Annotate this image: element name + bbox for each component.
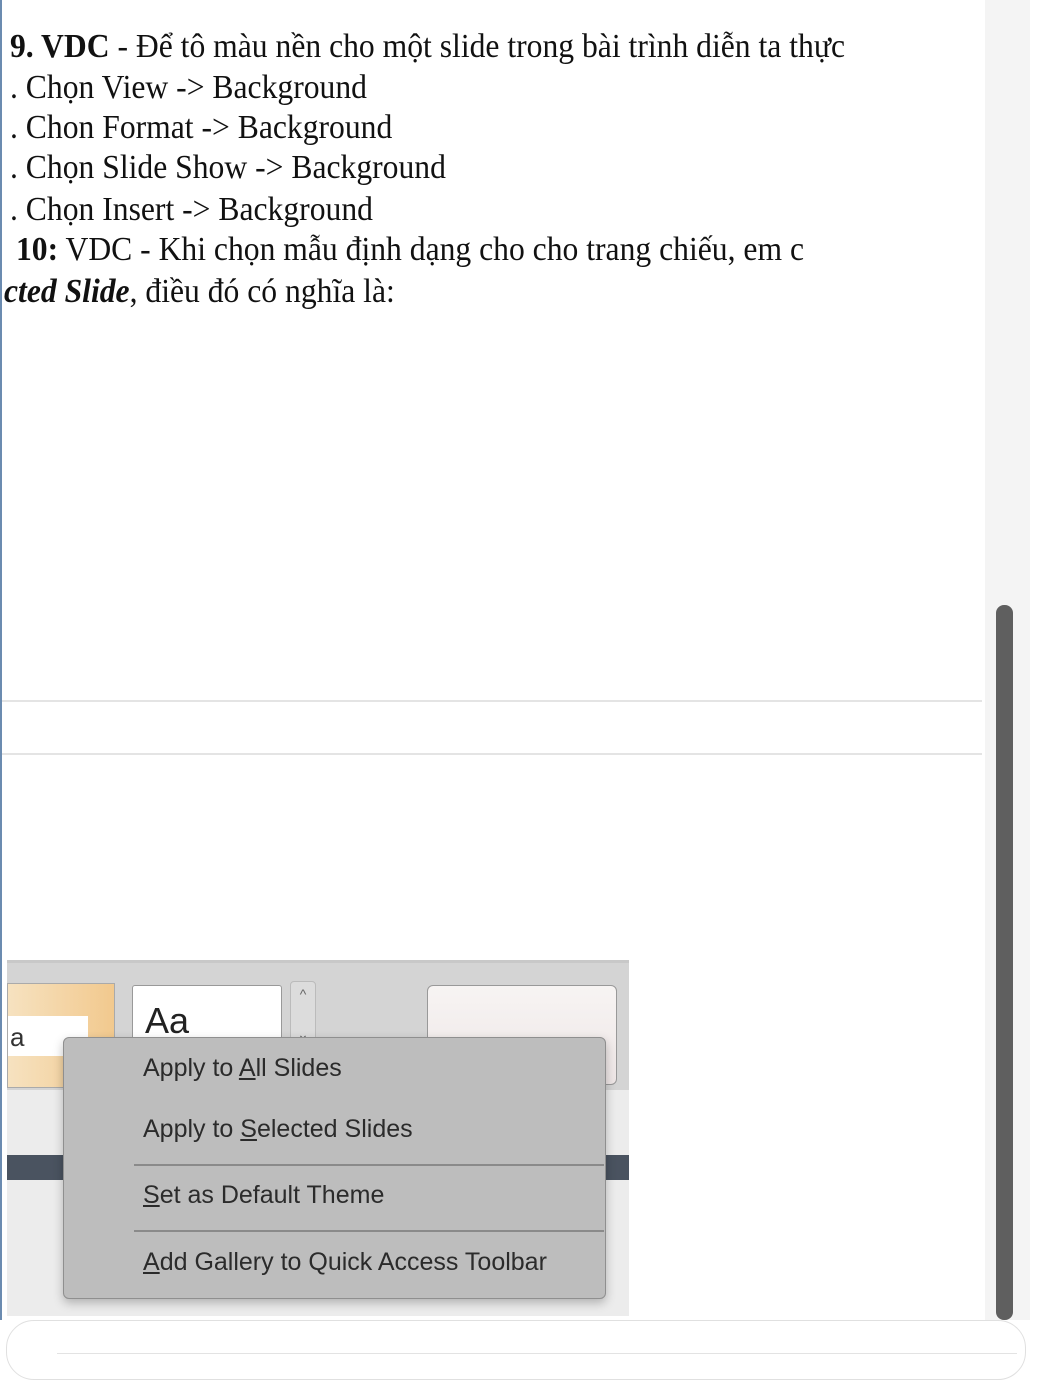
divider — [2, 700, 982, 702]
question-number: 10: — [16, 231, 59, 268]
powerpoint-screenshot: a Aa ^ ⌄ Apply to All Slides Apply to Sel… — [7, 960, 629, 1316]
theme-label: Aa — [145, 1000, 190, 1041]
italic-term: cted Slide — [4, 273, 130, 310]
theme-label: a — [10, 1022, 25, 1052]
question-text: VDC - Khi chọn mẫu định dạng cho cho tra… — [58, 231, 804, 268]
chevron-up-icon: ^ — [299, 986, 307, 1002]
menu-separator — [134, 1164, 604, 1166]
question-text: , điều đó có nghĩa là: — [129, 273, 395, 310]
option-b: . Chon Format -> Background — [10, 109, 393, 146]
option-c: . Chọn Slide Show -> Background — [10, 149, 446, 186]
bottom-panel — [6, 1320, 1026, 1380]
menu-item-set-default: Set as Default Theme — [143, 1181, 385, 1209]
option-a: . Chọn View -> Background — [10, 69, 367, 106]
question-text: - Để tô màu nền cho một slide trong bài … — [109, 28, 846, 65]
option-d: . Chọn Insert -> Background — [10, 191, 373, 228]
question-10: 10: VDC - Khi chọn mẫu định dạng cho cho… — [16, 230, 804, 270]
divider — [2, 753, 982, 755]
menu-item-add-gallery: Add Gallery to Quick Access Toolbar — [143, 1248, 547, 1276]
question-10-line-2: cted Slide, điều đó có nghĩa là: — [4, 272, 395, 312]
menu-separator — [134, 1230, 604, 1232]
divider — [57, 1353, 1017, 1354]
context-menu: Apply to All Slides Apply to Selected Sl… — [63, 1037, 606, 1299]
menu-item-apply-all: Apply to All Slides — [143, 1054, 342, 1082]
question-9: 9. VDC - Để tô màu nền cho một slide tro… — [10, 27, 845, 67]
scrollbar-thumb[interactable] — [996, 605, 1013, 1320]
menu-item-apply-selected: Apply to Selected Slides — [143, 1115, 413, 1143]
question-number: 9. VDC — [10, 28, 110, 65]
document-page: 9. VDC - Để tô màu nền cho một slide tro… — [0, 0, 985, 1320]
